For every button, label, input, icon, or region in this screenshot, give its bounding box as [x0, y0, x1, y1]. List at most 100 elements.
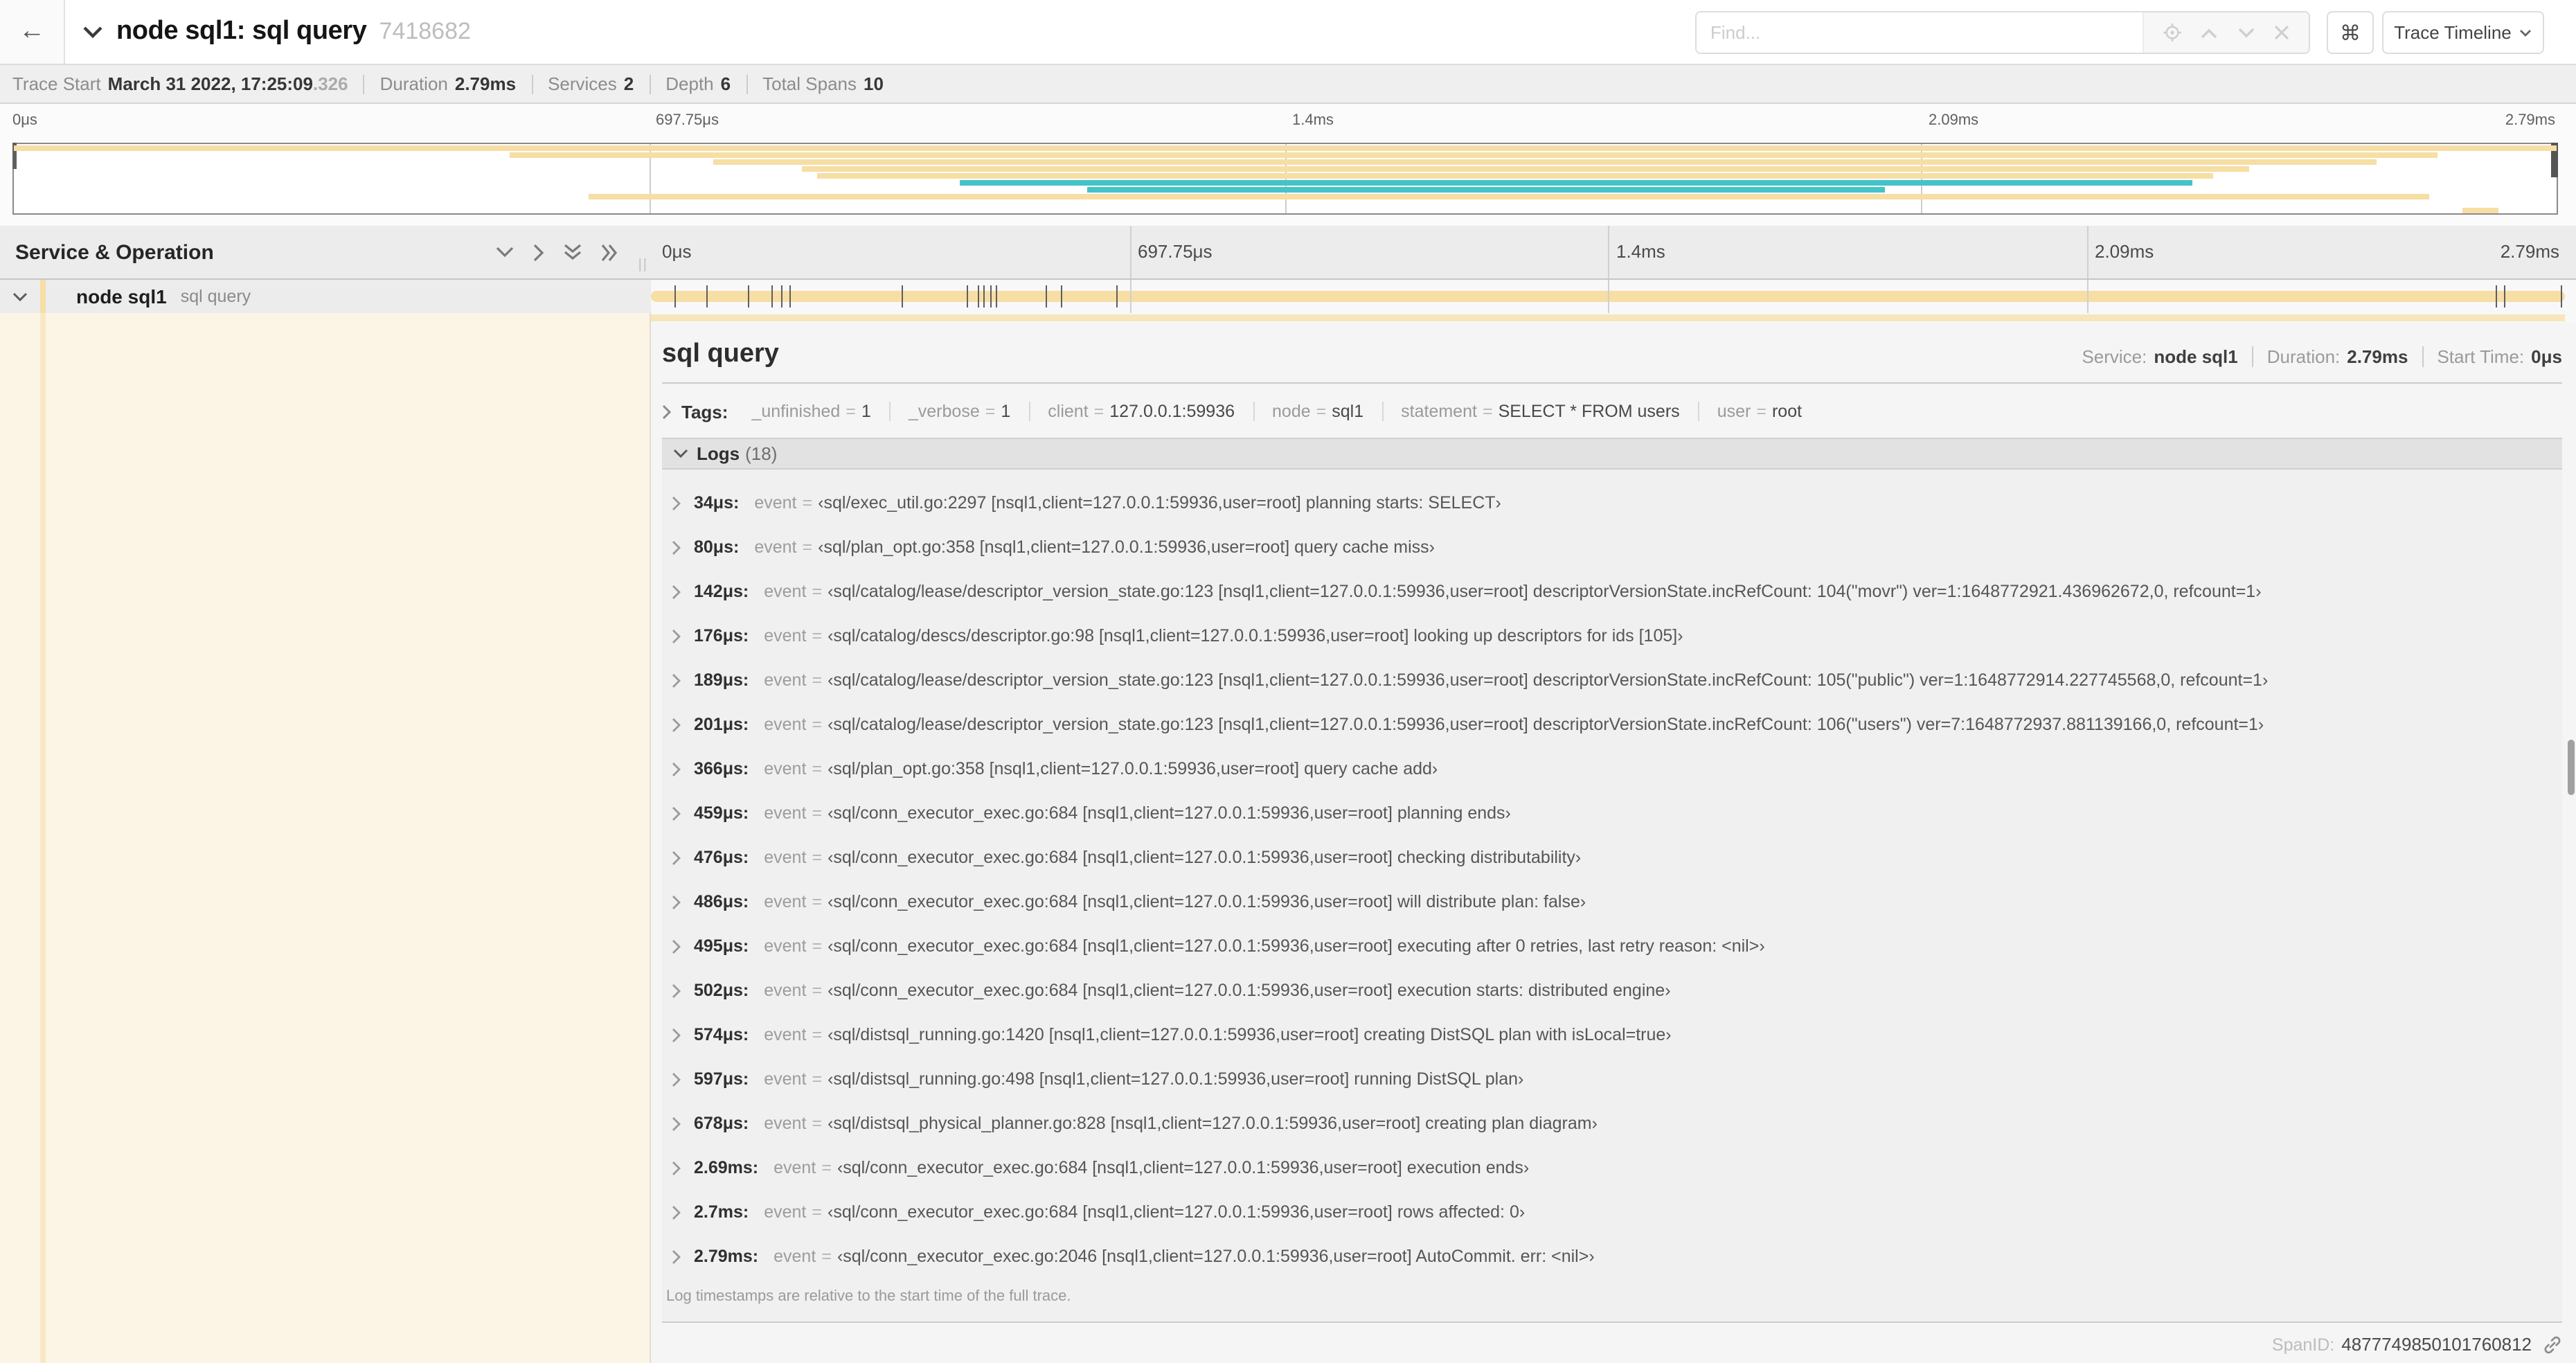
log-row[interactable]: 678μs: event = ‹sql/distsql_physical_planne… — [662, 1101, 2562, 1146]
span-id-row: SpanID: 4877749850101760812 — [662, 1334, 2562, 1355]
log-row[interactable]: 2.69ms: event = ‹sql/conn_executor_exec.go:… — [662, 1146, 2562, 1190]
log-row[interactable]: 2.79ms: event = ‹sql/conn_executor_exec.go:… — [662, 1234, 2562, 1279]
span-row-label[interactable]: node sql1 sql query — [0, 280, 651, 313]
span-detail-header: sql query Service: node sql1 Duration: 2.79… — [662, 339, 2562, 370]
log-row[interactable]: 176μs: event = ‹sql/catalog/descs/descripto… — [662, 614, 2562, 658]
log-row[interactable]: 597μs: event = ‹sql/distsql_running.go:498 … — [662, 1057, 2562, 1101]
deep-link-icon[interactable] — [2543, 1335, 2562, 1354]
expand-log-icon[interactable] — [672, 1071, 681, 1087]
logs-header[interactable]: Logs (18) — [662, 438, 2562, 470]
expand-log-icon[interactable] — [672, 672, 681, 688]
trace-summary-bar: Trace Start March 31 2022, 17:25:09.326 Du… — [0, 65, 2576, 104]
logs-count: (18) — [745, 443, 778, 464]
tag-item[interactable]: statement = SELECT * FROM users — [1383, 402, 1699, 421]
tag-item[interactable]: client = 127.0.0.1:59936 — [1030, 402, 1255, 421]
expand-log-icon[interactable] — [672, 1249, 681, 1264]
log-marker — [789, 285, 790, 308]
tags-row[interactable]: Tags: _unfinished = 1 _verbose = 1 client = 127.… — [662, 396, 2562, 427]
minimap-tick-labels: 0μs 697.75μs 1.4ms 2.09ms 2.79ms — [12, 112, 2558, 134]
detail-span-bar — [651, 314, 2565, 321]
tag-item[interactable]: _unfinished = 1 — [733, 402, 891, 421]
scroll-to-match-icon[interactable] — [2163, 24, 2182, 42]
expand-one-icon[interactable] — [533, 243, 544, 261]
log-marker — [2561, 285, 2563, 308]
minimap-tick-label: 0μs — [12, 112, 37, 129]
timeline-minimap: 0μs 697.75μs 1.4ms 2.09ms 2.79ms — [0, 104, 2576, 226]
trace-info-item: Depth 6 — [665, 73, 731, 94]
find-input[interactable] — [1697, 12, 2143, 53]
trace-timeline-page: ← node sql1: sql query 7418682 Find... ⌘… — [0, 0, 2576, 1363]
span-color-accent — [40, 280, 46, 313]
expand-log-icon[interactable] — [672, 983, 681, 998]
tags-label: Tags: — [681, 401, 728, 422]
timeline-tick-labels: 0μs 697.75μs 1.4ms 2.09ms 2.79ms — [651, 226, 2565, 278]
expand-log-icon[interactable] — [672, 1116, 681, 1131]
log-row[interactable]: 366μs: event = ‹sql/plan_opt.go:358 [nsql1,… — [662, 747, 2562, 791]
log-marker — [748, 285, 750, 308]
prev-match-icon[interactable] — [2201, 27, 2218, 38]
collapse-all-icon[interactable] — [564, 244, 582, 260]
tag-item[interactable]: user = root — [1699, 402, 1820, 421]
expand-log-icon[interactable] — [672, 761, 681, 776]
column-resize-handle[interactable]: || — [638, 258, 648, 273]
expand-log-icon[interactable] — [672, 894, 681, 909]
chevron-down-icon[interactable] — [83, 26, 102, 38]
timeline-tick-label: 1.4ms — [1616, 241, 1665, 262]
expand-log-icon[interactable] — [672, 717, 681, 732]
expand-log-icon[interactable] — [672, 1204, 681, 1220]
log-row[interactable]: 574μs: event = ‹sql/distsql_running.go:1420… — [662, 1013, 2562, 1057]
collapse-span-icon[interactable] — [12, 292, 28, 301]
expand-tags-icon[interactable] — [662, 404, 672, 419]
expand-log-icon[interactable] — [672, 805, 681, 821]
back-button[interactable]: ← — [0, 0, 65, 64]
expand-log-icon[interactable] — [672, 1027, 681, 1042]
clear-find-icon[interactable] — [2274, 25, 2289, 40]
next-match-icon[interactable] — [2237, 27, 2254, 38]
expand-log-icon[interactable] — [672, 938, 681, 954]
tag-item[interactable]: _verbose = 1 — [891, 402, 1030, 421]
log-row[interactable]: 459μs: event = ‹sql/conn_executor_exec.go:6… — [662, 791, 2562, 835]
detail-meta-item: Start Time: 0μs — [2437, 346, 2562, 367]
expand-log-icon[interactable] — [672, 495, 681, 510]
log-row[interactable]: 142μs: event = ‹sql/catalog/lease/descripto… — [662, 569, 2562, 614]
log-marker — [967, 285, 969, 308]
logs-footer-note: Log timestamps are relative to the start… — [666, 1288, 1071, 1305]
expand-log-icon[interactable] — [672, 1160, 681, 1175]
collapse-one-icon[interactable] — [496, 247, 514, 258]
span-row-timeline[interactable] — [651, 280, 2576, 313]
log-row[interactable]: 486μs: event = ‹sql/conn_executor_exec.go:6… — [662, 880, 2562, 924]
detail-meta-item: Service: node sql1 — [2082, 346, 2238, 367]
logs-list: 34μs: event = ‹sql/exec_util.go:2297 [nsql1… — [662, 470, 2562, 1323]
log-row[interactable]: 34μs: event = ‹sql/exec_util.go:2297 [nsql1… — [662, 481, 2562, 525]
log-row[interactable]: 502μs: event = ‹sql/conn_executor_exec.go:6… — [662, 968, 2562, 1013]
collapse-logs-icon[interactable] — [673, 449, 688, 458]
expand-log-icon[interactable] — [672, 584, 681, 599]
log-row[interactable]: 201μs: event = ‹sql/catalog/lease/descripto… — [662, 702, 2562, 747]
log-row[interactable]: 2.7ms: event = ‹sql/conn_executor_exec.go:6… — [662, 1190, 2562, 1234]
log-row[interactable]: 476μs: event = ‹sql/conn_executor_exec.go:6… — [662, 835, 2562, 880]
expand-all-icon[interactable] — [601, 243, 618, 261]
trace-view-selector[interactable]: Trace Timeline — [2382, 11, 2544, 54]
trace-title-group: node sql1: sql query 7418682 — [83, 0, 471, 64]
log-row[interactable]: 189μs: event = ‹sql/catalog/lease/descripto… — [662, 658, 2562, 702]
span-id-label: SpanID: — [2271, 1335, 2335, 1354]
minimap-span-bar — [817, 173, 2214, 179]
detail-divider — [662, 382, 2562, 384]
tag-item[interactable]: node = sql1 — [1254, 402, 1384, 421]
log-marker — [706, 285, 708, 308]
log-row[interactable]: 495μs: event = ‹sql/conn_executor_exec.go:6… — [662, 924, 2562, 968]
keyboard-shortcuts-button[interactable]: ⌘ — [2327, 11, 2374, 54]
expand-log-icon[interactable] — [672, 628, 681, 643]
page-scrollbar-thumb[interactable] — [2568, 740, 2575, 795]
timeline-gridline — [1129, 226, 1131, 278]
timeline-gridline — [1608, 226, 1609, 278]
expand-log-icon[interactable] — [672, 850, 681, 865]
minimap-canvas[interactable] — [12, 143, 2558, 215]
detail-meta-item: Duration: 2.79ms — [2266, 346, 2408, 367]
timeline-gridline — [2086, 226, 2088, 278]
find-box — [1695, 11, 2310, 54]
log-row[interactable]: 80μs: event = ‹sql/plan_opt.go:358 [nsql1,c… — [662, 525, 2562, 569]
selected-span-left-panel — [0, 313, 651, 1363]
expand-log-icon[interactable] — [672, 540, 681, 555]
trace-info-item: Services 2 — [548, 73, 634, 94]
